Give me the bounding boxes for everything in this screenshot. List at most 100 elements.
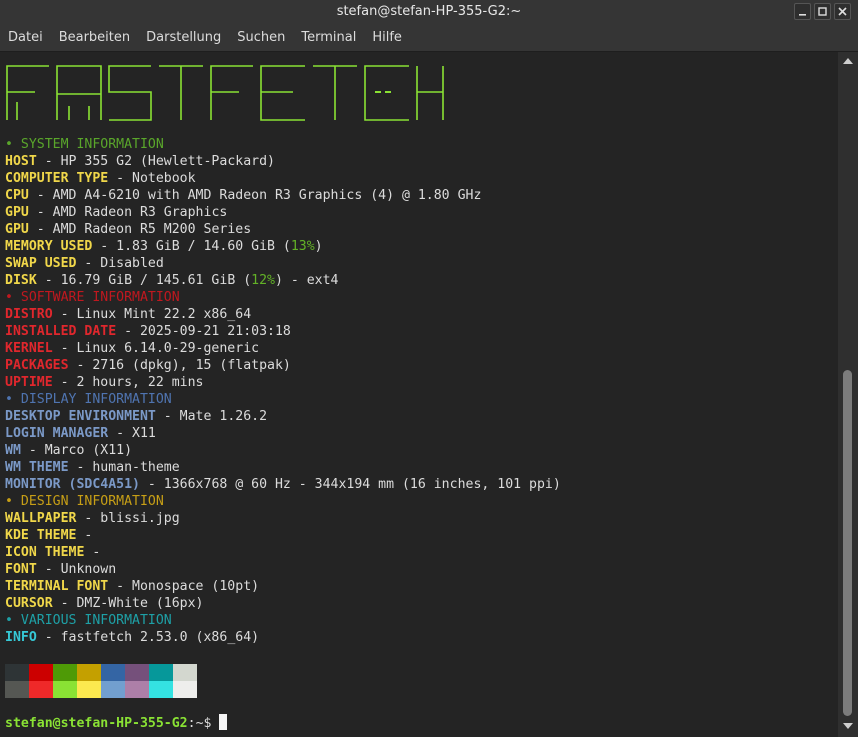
info-gpu-1: GPU - AMD Radeon R3 Graphics	[5, 204, 227, 221]
info-value: - Linux Mint 22.2 x86_64	[52, 307, 252, 322]
window-title: stefan@stefan-HP-355-G2:~	[336, 4, 522, 19]
info-key: KERNEL	[5, 341, 53, 356]
menu-hilfe[interactable]: Hilfe	[368, 24, 410, 51]
info-key: WM	[5, 443, 21, 458]
shell-prompt[interactable]: stefan@stefan-HP-355-G2:~$	[5, 714, 228, 731]
info-value: -	[84, 545, 101, 560]
info-icon-theme: ICON THEME -	[5, 544, 100, 561]
info-key: UPTIME	[5, 375, 53, 390]
terminal-window: stefan@stefan-HP-355-G2:~ Datei Bearbeite…	[0, 0, 858, 737]
info-value: - AMD Radeon R5 M200 Series	[28, 222, 252, 237]
menu-terminal[interactable]: Terminal	[297, 24, 364, 51]
palette-swatch	[29, 664, 53, 681]
info-key: GPU	[5, 222, 29, 237]
info-wallpaper: WALLPAPER - blissi.jpg	[5, 510, 180, 527]
palette-swatch	[53, 664, 77, 681]
prompt-path: :~	[187, 716, 204, 731]
scroll-up-icon[interactable]	[842, 56, 854, 66]
info-value: - blissi.jpg	[76, 511, 180, 526]
info-memory: MEMORY USED - 1.83 GiB / 14.60 GiB (13%)	[5, 238, 323, 255]
info-value: - fastfetch 2.53.0 (x86_64)	[36, 630, 260, 645]
maximize-icon	[818, 7, 827, 16]
menu-darstellung[interactable]: Darstellung	[142, 24, 229, 51]
info-value: - Marco (X11)	[20, 443, 133, 458]
palette-swatch	[101, 664, 125, 681]
info-key: GPU	[5, 205, 29, 220]
prompt-symbol: $	[203, 716, 212, 731]
info-value: - 2716 (dpkg), 15 (flatpak)	[68, 358, 291, 373]
scroll-down-icon[interactable]	[842, 721, 854, 731]
info-installed-date: INSTALLED DATE - 2025-09-21 21:03:18	[5, 323, 291, 340]
info-wm: WM - Marco (X11)	[5, 442, 132, 459]
terminal-output[interactable]: • SYSTEM INFORMATION HOST - HP 355 G2 (H…	[0, 52, 838, 737]
info-key: COMPUTER TYPE	[5, 171, 109, 186]
menu-datei[interactable]: Datei	[4, 24, 51, 51]
disk-percent: 12%	[251, 273, 275, 288]
section-design: • DESIGN INFORMATION	[5, 494, 164, 509]
close-icon	[838, 7, 847, 16]
palette-swatch	[29, 681, 53, 698]
info-key: INSTALLED DATE	[5, 324, 117, 339]
info-login-manager: LOGIN MANAGER - X11	[5, 425, 156, 442]
info-key: HOST	[5, 154, 37, 169]
info-disk: DISK - 16.79 GiB / 145.61 GiB (12%) - ex…	[5, 272, 339, 289]
fastfetch-ascii-logo	[6, 65, 444, 121]
info-value: - 16.79 GiB / 145.61 GiB (	[36, 273, 252, 288]
info-key: DISK	[5, 273, 37, 288]
info-value: - Linux 6.14.0-29-generic	[52, 341, 260, 356]
palette-swatch	[173, 664, 197, 681]
info-terminal-font: TERMINAL FONT - Monospace (10pt)	[5, 578, 259, 595]
section-display: • DISPLAY INFORMATION	[5, 392, 172, 407]
minimize-button[interactable]	[794, 3, 811, 20]
info-swap: SWAP USED - Disabled	[5, 255, 164, 272]
section-system: • SYSTEM INFORMATION	[5, 137, 164, 152]
palette-swatch	[149, 681, 173, 698]
info-monitor: MONITOR (SDC4A51) - 1366x768 @ 60 Hz - 3…	[5, 476, 561, 493]
minimize-icon	[799, 14, 806, 16]
info-value: - 2 hours, 22 mins	[52, 375, 204, 390]
info-key: PACKAGES	[5, 358, 69, 373]
palette-swatch	[5, 664, 29, 681]
info-value: - X11	[108, 426, 156, 441]
info-value: - AMD Radeon R3 Graphics	[28, 205, 228, 220]
palette-swatch	[53, 681, 77, 698]
memory-percent: 13%	[290, 239, 315, 254]
info-uptime: UPTIME - 2 hours, 22 mins	[5, 374, 204, 391]
info-key: MONITOR (SDC4A51)	[5, 477, 140, 492]
info-key: WALLPAPER	[5, 511, 77, 526]
vertical-scrollbar[interactable]	[838, 52, 858, 737]
info-gpu-2: GPU - AMD Radeon R5 M200 Series	[5, 221, 251, 238]
menu-suchen[interactable]: Suchen	[233, 24, 293, 51]
info-key: SWAP USED	[5, 256, 77, 271]
text-cursor	[219, 714, 228, 730]
info-key: LOGIN MANAGER	[5, 426, 109, 441]
info-host: HOST - HP 355 G2 (Hewlett-Packard)	[5, 153, 275, 170]
info-key: TERMINAL FONT	[5, 579, 109, 594]
scrollbar-thumb[interactable]	[843, 370, 852, 716]
info-value: - 2025-09-21 21:03:18	[116, 324, 291, 339]
info-cursor: CURSOR - DMZ-White (16px)	[5, 595, 204, 612]
info-value: - 1.83 GiB / 14.60 GiB (	[92, 239, 291, 254]
info-info: INFO - fastfetch 2.53.0 (x86_64)	[5, 629, 259, 646]
info-key: FONT	[5, 562, 37, 577]
palette-swatch	[149, 664, 173, 681]
info-wm-theme: WM THEME - human-theme	[5, 459, 180, 476]
maximize-button[interactable]	[814, 3, 831, 20]
info-computer-type: COMPUTER TYPE - Notebook	[5, 170, 196, 187]
info-font: FONT - Unknown	[5, 561, 116, 578]
palette-swatch	[77, 681, 101, 698]
palette-swatch	[125, 681, 149, 698]
menu-bearbeiten[interactable]: Bearbeiten	[55, 24, 138, 51]
title-bar[interactable]: stefan@stefan-HP-355-G2:~	[0, 0, 858, 24]
close-button[interactable]	[834, 3, 851, 20]
prompt-user-host: stefan@stefan-HP-355-G2	[5, 716, 188, 731]
info-value: - DMZ-White (16px)	[52, 596, 204, 611]
info-value: - Mate 1.26.2	[155, 409, 268, 424]
section-software: • SOFTWARE INFORMATION	[5, 290, 180, 305]
info-value: - HP 355 G2 (Hewlett-Packard)	[36, 154, 275, 169]
menu-bar: Datei Bearbeiten Darstellung Suchen Terminal…	[0, 24, 858, 52]
info-key: MEMORY USED	[5, 239, 93, 254]
info-key: INFO	[5, 630, 37, 645]
palette-swatch	[101, 681, 125, 698]
info-kernel: KERNEL - Linux 6.14.0-29-generic	[5, 340, 259, 357]
